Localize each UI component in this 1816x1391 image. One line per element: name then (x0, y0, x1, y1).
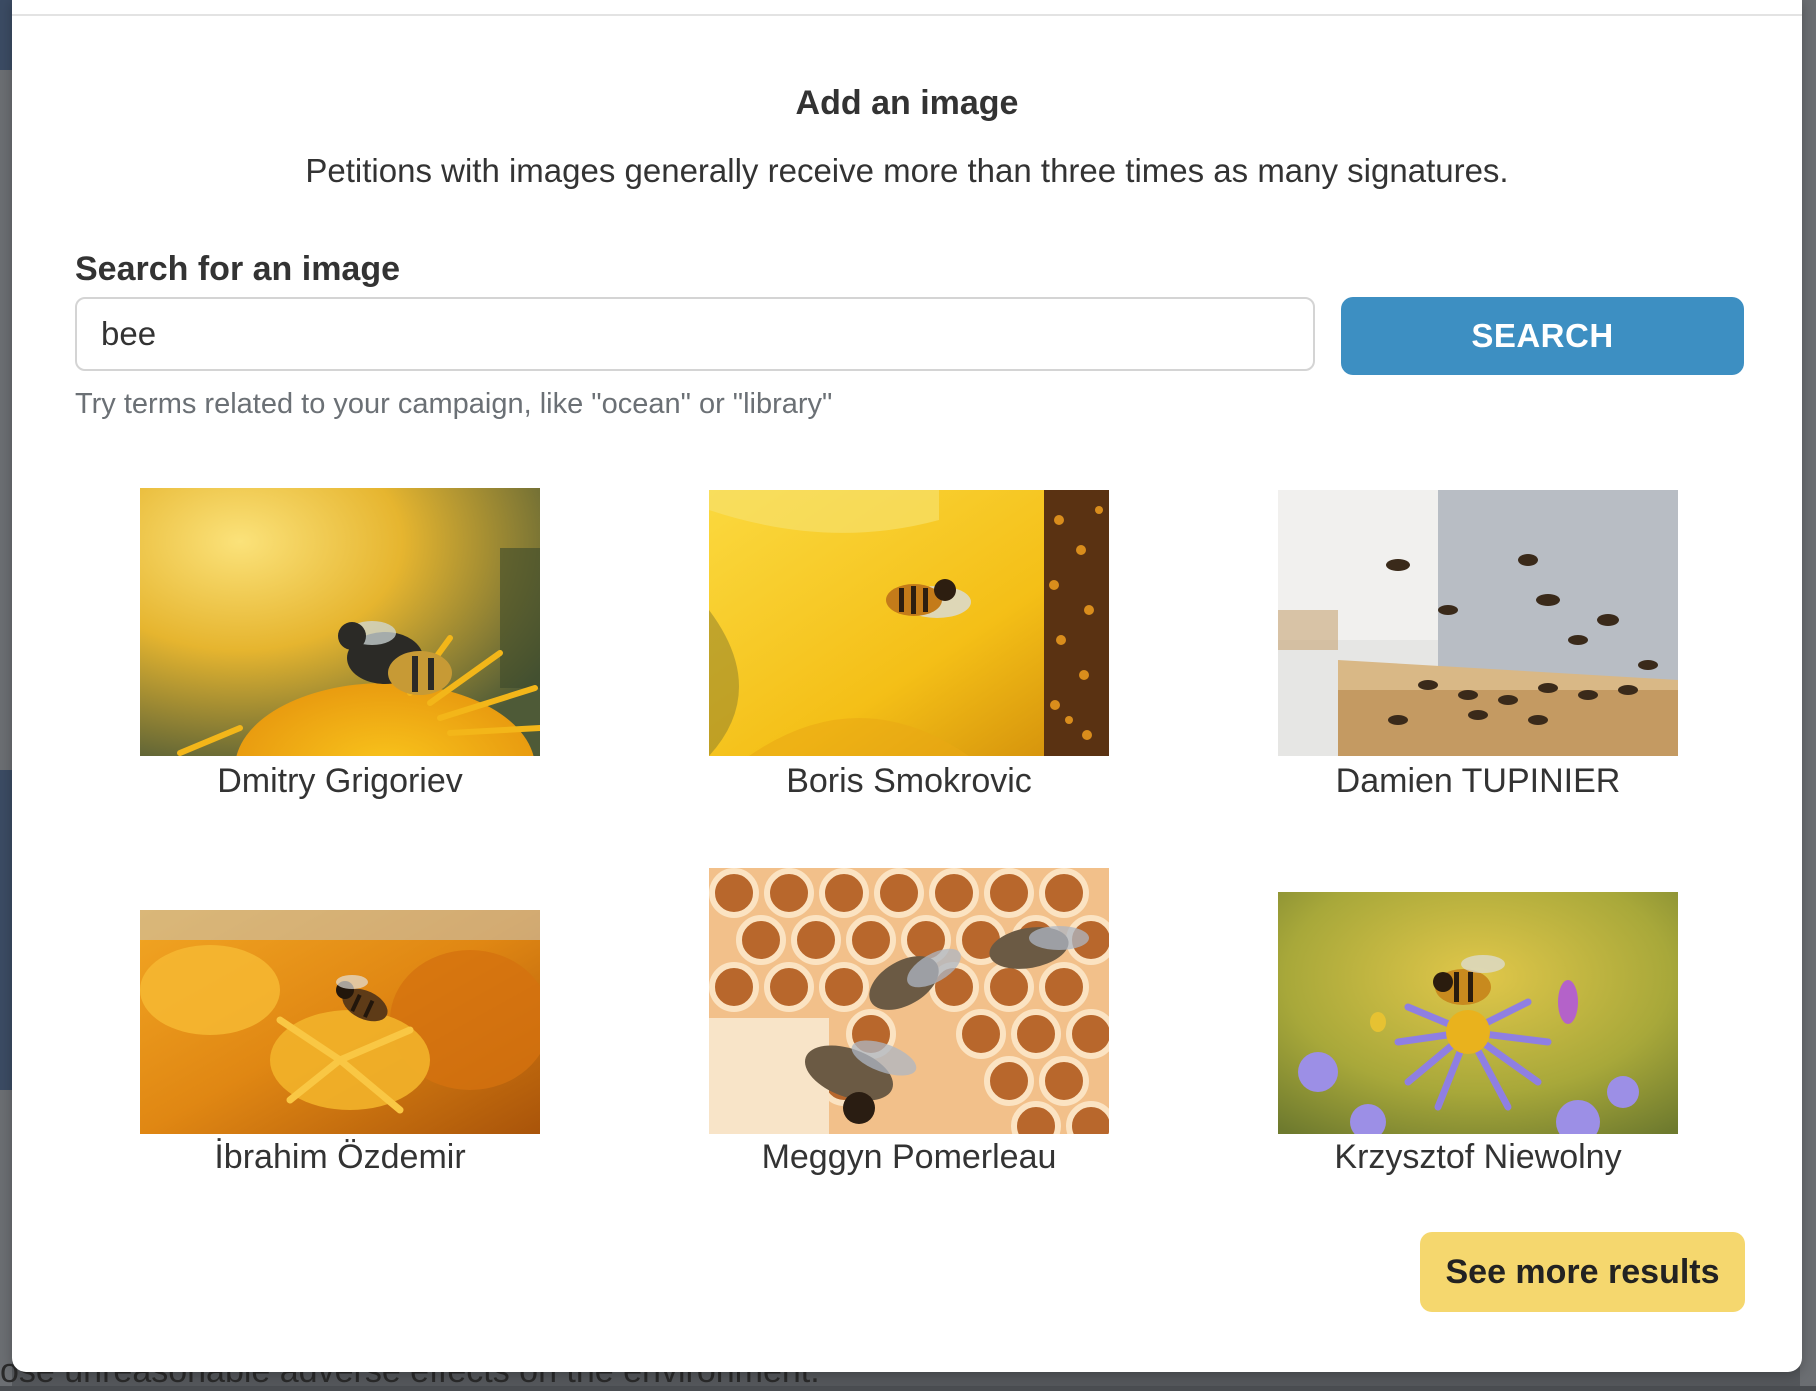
background-page-strip (0, 70, 12, 770)
background-page-strip (1800, 0, 1816, 1386)
image-result[interactable]: Krzysztof Niewolny (1278, 892, 1678, 1180)
background-page-strip (0, 770, 12, 1090)
bee-near-sunflower-thumbnail[interactable] (709, 490, 1109, 756)
modal-divider (12, 14, 1802, 16)
image-result[interactable]: Damien TUPINIER (1278, 490, 1678, 810)
image-result[interactable]: İbrahim Özdemir (140, 910, 540, 1180)
photo-credit: Damien TUPINIER (1335, 762, 1621, 800)
bee-on-purple-aster-thumbnail[interactable] (1278, 892, 1678, 1134)
search-label: Search for an image (75, 250, 401, 288)
image-result[interactable]: Boris Smokrovic (709, 490, 1109, 810)
search-input[interactable] (75, 297, 1315, 371)
image-result[interactable]: Dmitry Grigoriev (140, 488, 540, 808)
see-more-results-button[interactable]: See more results (1420, 1232, 1745, 1312)
modal-subtitle: Petitions with images generally receive … (305, 152, 1509, 189)
search-button[interactable]: SEARCH (1341, 297, 1744, 375)
bee-on-orange-flowers-thumbnail[interactable] (140, 910, 540, 1134)
add-image-modal: Add an image Petitions with images gener… (12, 0, 1802, 1372)
photo-credit: İbrahim Özdemir (214, 1138, 466, 1176)
image-result[interactable]: Meggyn Pomerleau (709, 868, 1109, 1180)
photo-credit: Boris Smokrovic (786, 762, 1032, 800)
background-page-strip (0, 1090, 12, 1386)
search-hint: Try terms related to your campaign, like… (75, 388, 833, 420)
bee-on-yellow-flower-thumbnail[interactable] (140, 488, 540, 756)
bees-on-honeycomb-thumbnail[interactable] (709, 868, 1109, 1134)
background-page-strip (0, 0, 12, 70)
photo-credit: Meggyn Pomerleau (761, 1138, 1057, 1176)
modal-title: Add an image (795, 84, 1019, 122)
photo-credit: Dmitry Grigoriev (217, 762, 463, 800)
bees-at-hive-entrance-thumbnail[interactable] (1278, 490, 1678, 756)
photo-credit: Krzysztof Niewolny (1334, 1138, 1622, 1176)
